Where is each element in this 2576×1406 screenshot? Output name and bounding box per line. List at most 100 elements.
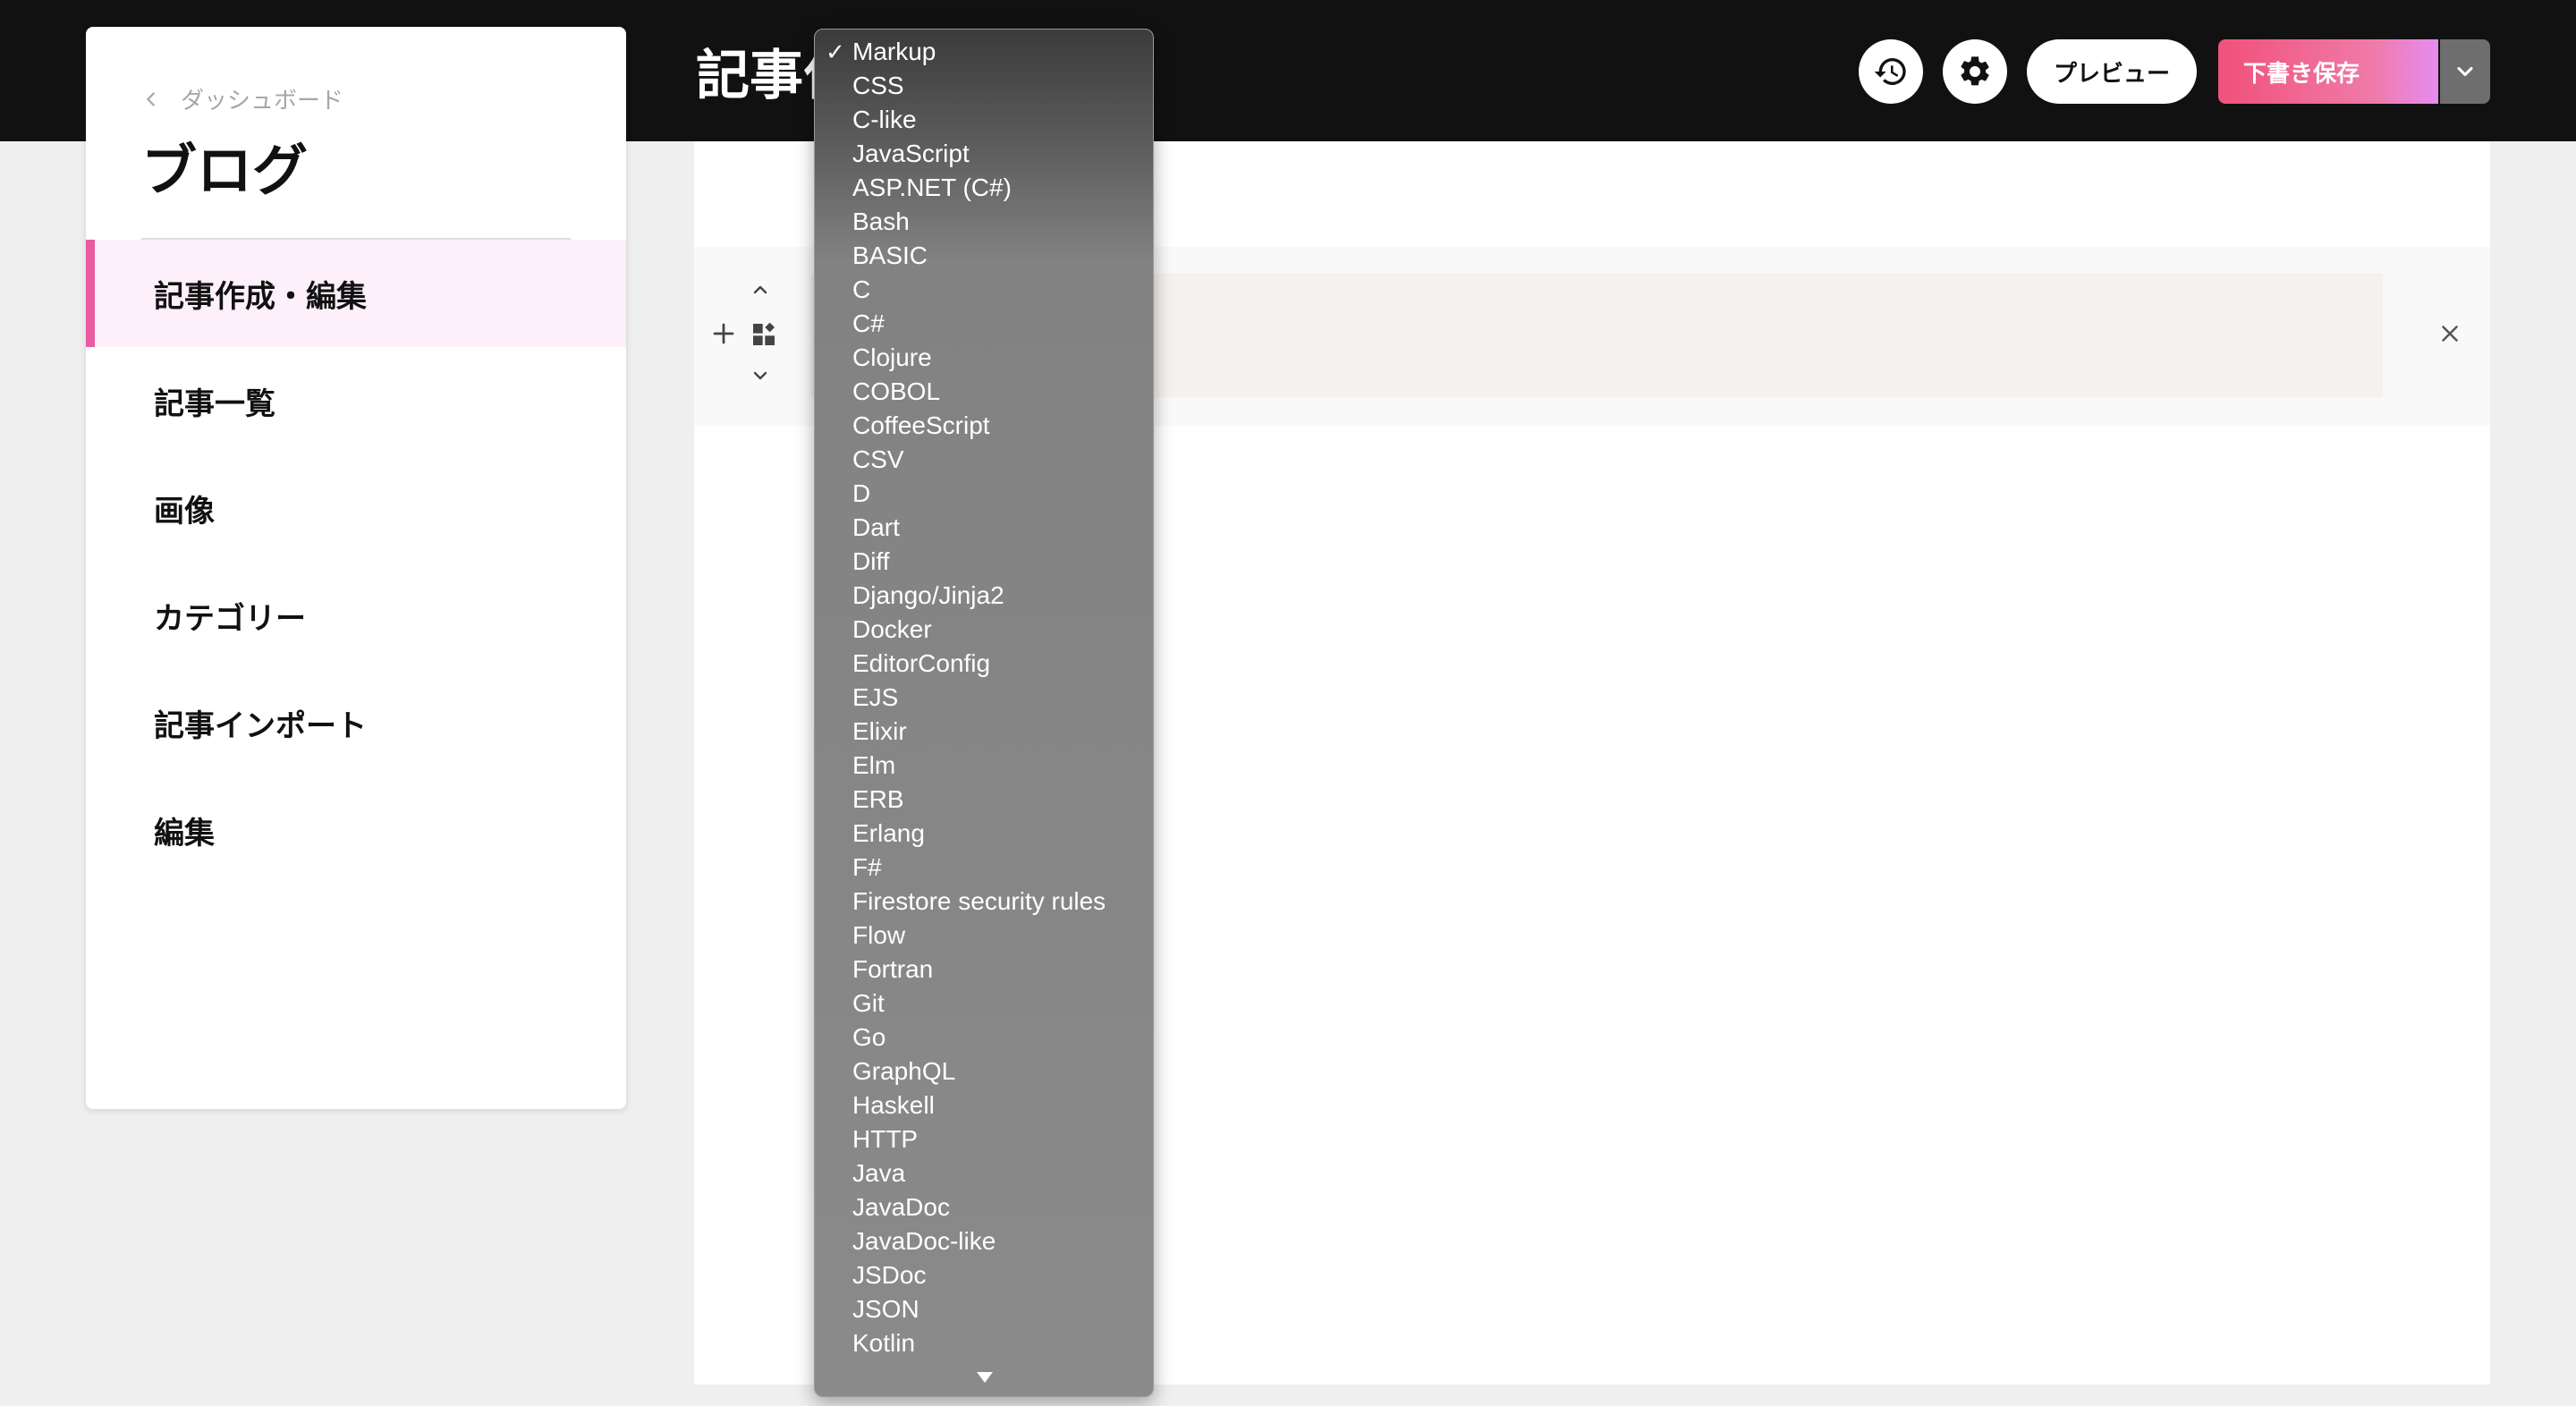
language-option[interactable]: Erlang bbox=[815, 817, 1153, 851]
language-option[interactable]: Elixir bbox=[815, 715, 1153, 749]
language-option[interactable]: JSDoc bbox=[815, 1258, 1153, 1292]
move-down-button[interactable] bbox=[750, 365, 771, 386]
language-option-label: C-like bbox=[852, 106, 917, 133]
language-option-label: BASIC bbox=[852, 241, 928, 269]
language-option[interactable]: C-like bbox=[815, 103, 1153, 137]
language-option-label: GraphQL bbox=[852, 1057, 956, 1085]
language-select-dropdown[interactable]: ✓ Markup CSS C-like JavaScript ASP.NET (C#) Ba… bbox=[814, 29, 1154, 1397]
language-option-label: Firestore security rules bbox=[852, 887, 1106, 915]
language-option-label: Docker bbox=[852, 615, 932, 643]
plus-icon bbox=[713, 323, 734, 344]
language-option-label: Erlang bbox=[852, 819, 925, 847]
chevron-up-icon bbox=[753, 285, 767, 294]
language-option-label: Elm bbox=[852, 751, 896, 779]
sidebar-item-label: 記事インポート bbox=[154, 707, 367, 744]
scroll-down-arrow[interactable] bbox=[815, 1366, 1153, 1389]
sidebar-item-categories[interactable]: カテゴリー bbox=[86, 562, 626, 669]
sidebar-item-label: 記事作成・編集 bbox=[154, 278, 367, 315]
move-up-button[interactable] bbox=[750, 279, 771, 301]
language-option[interactable]: Java bbox=[815, 1156, 1153, 1190]
remove-block-button[interactable] bbox=[2436, 320, 2463, 347]
language-option[interactable]: Haskell bbox=[815, 1088, 1153, 1122]
language-option[interactable]: Django/Jinja2 bbox=[815, 579, 1153, 613]
language-option-label: Dart bbox=[852, 513, 900, 541]
language-option[interactable]: ERB bbox=[815, 783, 1153, 817]
language-option[interactable]: JavaDoc bbox=[815, 1190, 1153, 1224]
language-option[interactable]: GraphQL bbox=[815, 1054, 1153, 1088]
language-option-label: C bbox=[852, 275, 871, 303]
back-link-label: ダッシュボード bbox=[181, 88, 344, 114]
language-option-label: Clojure bbox=[852, 343, 932, 371]
language-option-label: CSS bbox=[852, 72, 904, 99]
history-button[interactable] bbox=[1859, 39, 1923, 104]
language-option-label: Java bbox=[852, 1159, 906, 1187]
language-option-label: Haskell bbox=[852, 1091, 935, 1119]
language-option[interactable]: HTTP bbox=[815, 1122, 1153, 1156]
language-option[interactable]: CoffeeScript bbox=[815, 409, 1153, 443]
save-options-button[interactable] bbox=[2440, 39, 2490, 104]
save-draft-button[interactable]: 下書き保存 bbox=[2218, 39, 2438, 104]
language-option-label: Django/Jinja2 bbox=[852, 581, 1004, 609]
sidebar-item-article-list[interactable]: 記事一覧 bbox=[86, 347, 626, 454]
sidebar-item-images[interactable]: 画像 bbox=[86, 454, 626, 562]
sidebar-item-label: カテゴリー bbox=[154, 600, 306, 637]
language-option[interactable]: Firestore security rules bbox=[815, 885, 1153, 919]
page-title: 記事作成・編集 bbox=[696, 45, 830, 107]
language-option[interactable]: Clojure bbox=[815, 341, 1153, 375]
language-option[interactable]: JSON bbox=[815, 1292, 1153, 1326]
language-option-label: F# bbox=[852, 853, 882, 881]
back-to-dashboard-link[interactable]: ダッシュボード bbox=[141, 82, 343, 115]
blog-title: ブログ bbox=[141, 138, 309, 203]
language-option[interactable]: ASP.NET (C#) bbox=[815, 171, 1153, 205]
language-option-label: Go bbox=[852, 1023, 886, 1051]
language-option[interactable]: D bbox=[815, 477, 1153, 511]
language-option[interactable]: Git bbox=[815, 987, 1153, 1021]
language-option[interactable]: Kotlin bbox=[815, 1326, 1153, 1360]
language-option-label: C# bbox=[852, 309, 885, 337]
language-option-label: ERB bbox=[852, 785, 904, 813]
language-option[interactable]: EJS bbox=[815, 681, 1153, 715]
language-option[interactable]: F# bbox=[815, 851, 1153, 885]
close-icon bbox=[2442, 326, 2458, 342]
block-type-button[interactable] bbox=[750, 320, 778, 349]
settings-button[interactable] bbox=[1943, 39, 2007, 104]
language-option[interactable]: BASIC bbox=[815, 239, 1153, 273]
language-option[interactable]: Dart bbox=[815, 511, 1153, 545]
language-option[interactable]: C bbox=[815, 273, 1153, 307]
language-option[interactable]: Bash bbox=[815, 205, 1153, 239]
language-option[interactable]: Flow bbox=[815, 919, 1153, 953]
language-option-label: CoffeeScript bbox=[852, 411, 990, 439]
language-option[interactable]: Docker bbox=[815, 613, 1153, 647]
checkmark-icon: ✓ bbox=[826, 38, 845, 65]
sidebar-item-label: 編集 bbox=[154, 815, 215, 851]
language-option-label: JSON bbox=[852, 1295, 919, 1323]
language-option[interactable]: JavaDoc-like bbox=[815, 1224, 1153, 1258]
language-option-label: Git bbox=[852, 989, 885, 1017]
sidebar-item-import[interactable]: 記事インポート bbox=[86, 669, 626, 776]
language-option[interactable]: Elm bbox=[815, 749, 1153, 783]
language-options-list: ✓ Markup CSS C-like JavaScript ASP.NET (C#) Ba… bbox=[815, 30, 1153, 1360]
language-option[interactable]: Diff bbox=[815, 545, 1153, 579]
triangle-down-icon bbox=[977, 1372, 993, 1383]
language-option[interactable]: CSV bbox=[815, 443, 1153, 477]
language-option[interactable]: Go bbox=[815, 1021, 1153, 1054]
history-icon bbox=[1874, 58, 1906, 85]
sidebar-item-create-edit[interactable]: 記事作成・編集 bbox=[86, 240, 626, 347]
language-option[interactable]: COBOL bbox=[815, 375, 1153, 409]
language-option-label: ASP.NET (C#) bbox=[852, 174, 1012, 201]
language-option[interactable]: JavaScript bbox=[815, 137, 1153, 171]
language-option[interactable]: C# bbox=[815, 307, 1153, 341]
widgets-icon bbox=[753, 322, 775, 345]
language-option-label: EditorConfig bbox=[852, 649, 991, 677]
language-option[interactable]: Fortran bbox=[815, 953, 1153, 987]
preview-button[interactable]: プレビュー bbox=[2027, 39, 2197, 104]
sidebar-item-edit[interactable]: 編集 bbox=[86, 776, 626, 884]
language-option[interactable]: EditorConfig bbox=[815, 647, 1153, 681]
language-option[interactable]: ✓ Markup bbox=[815, 35, 1153, 69]
language-option-label: Bash bbox=[852, 208, 910, 235]
language-option[interactable]: CSS bbox=[815, 69, 1153, 103]
add-block-button[interactable] bbox=[710, 320, 737, 347]
gear-icon bbox=[1961, 56, 1989, 86]
language-option-label: Markup bbox=[852, 38, 936, 65]
language-option-label: Diff bbox=[852, 547, 890, 575]
